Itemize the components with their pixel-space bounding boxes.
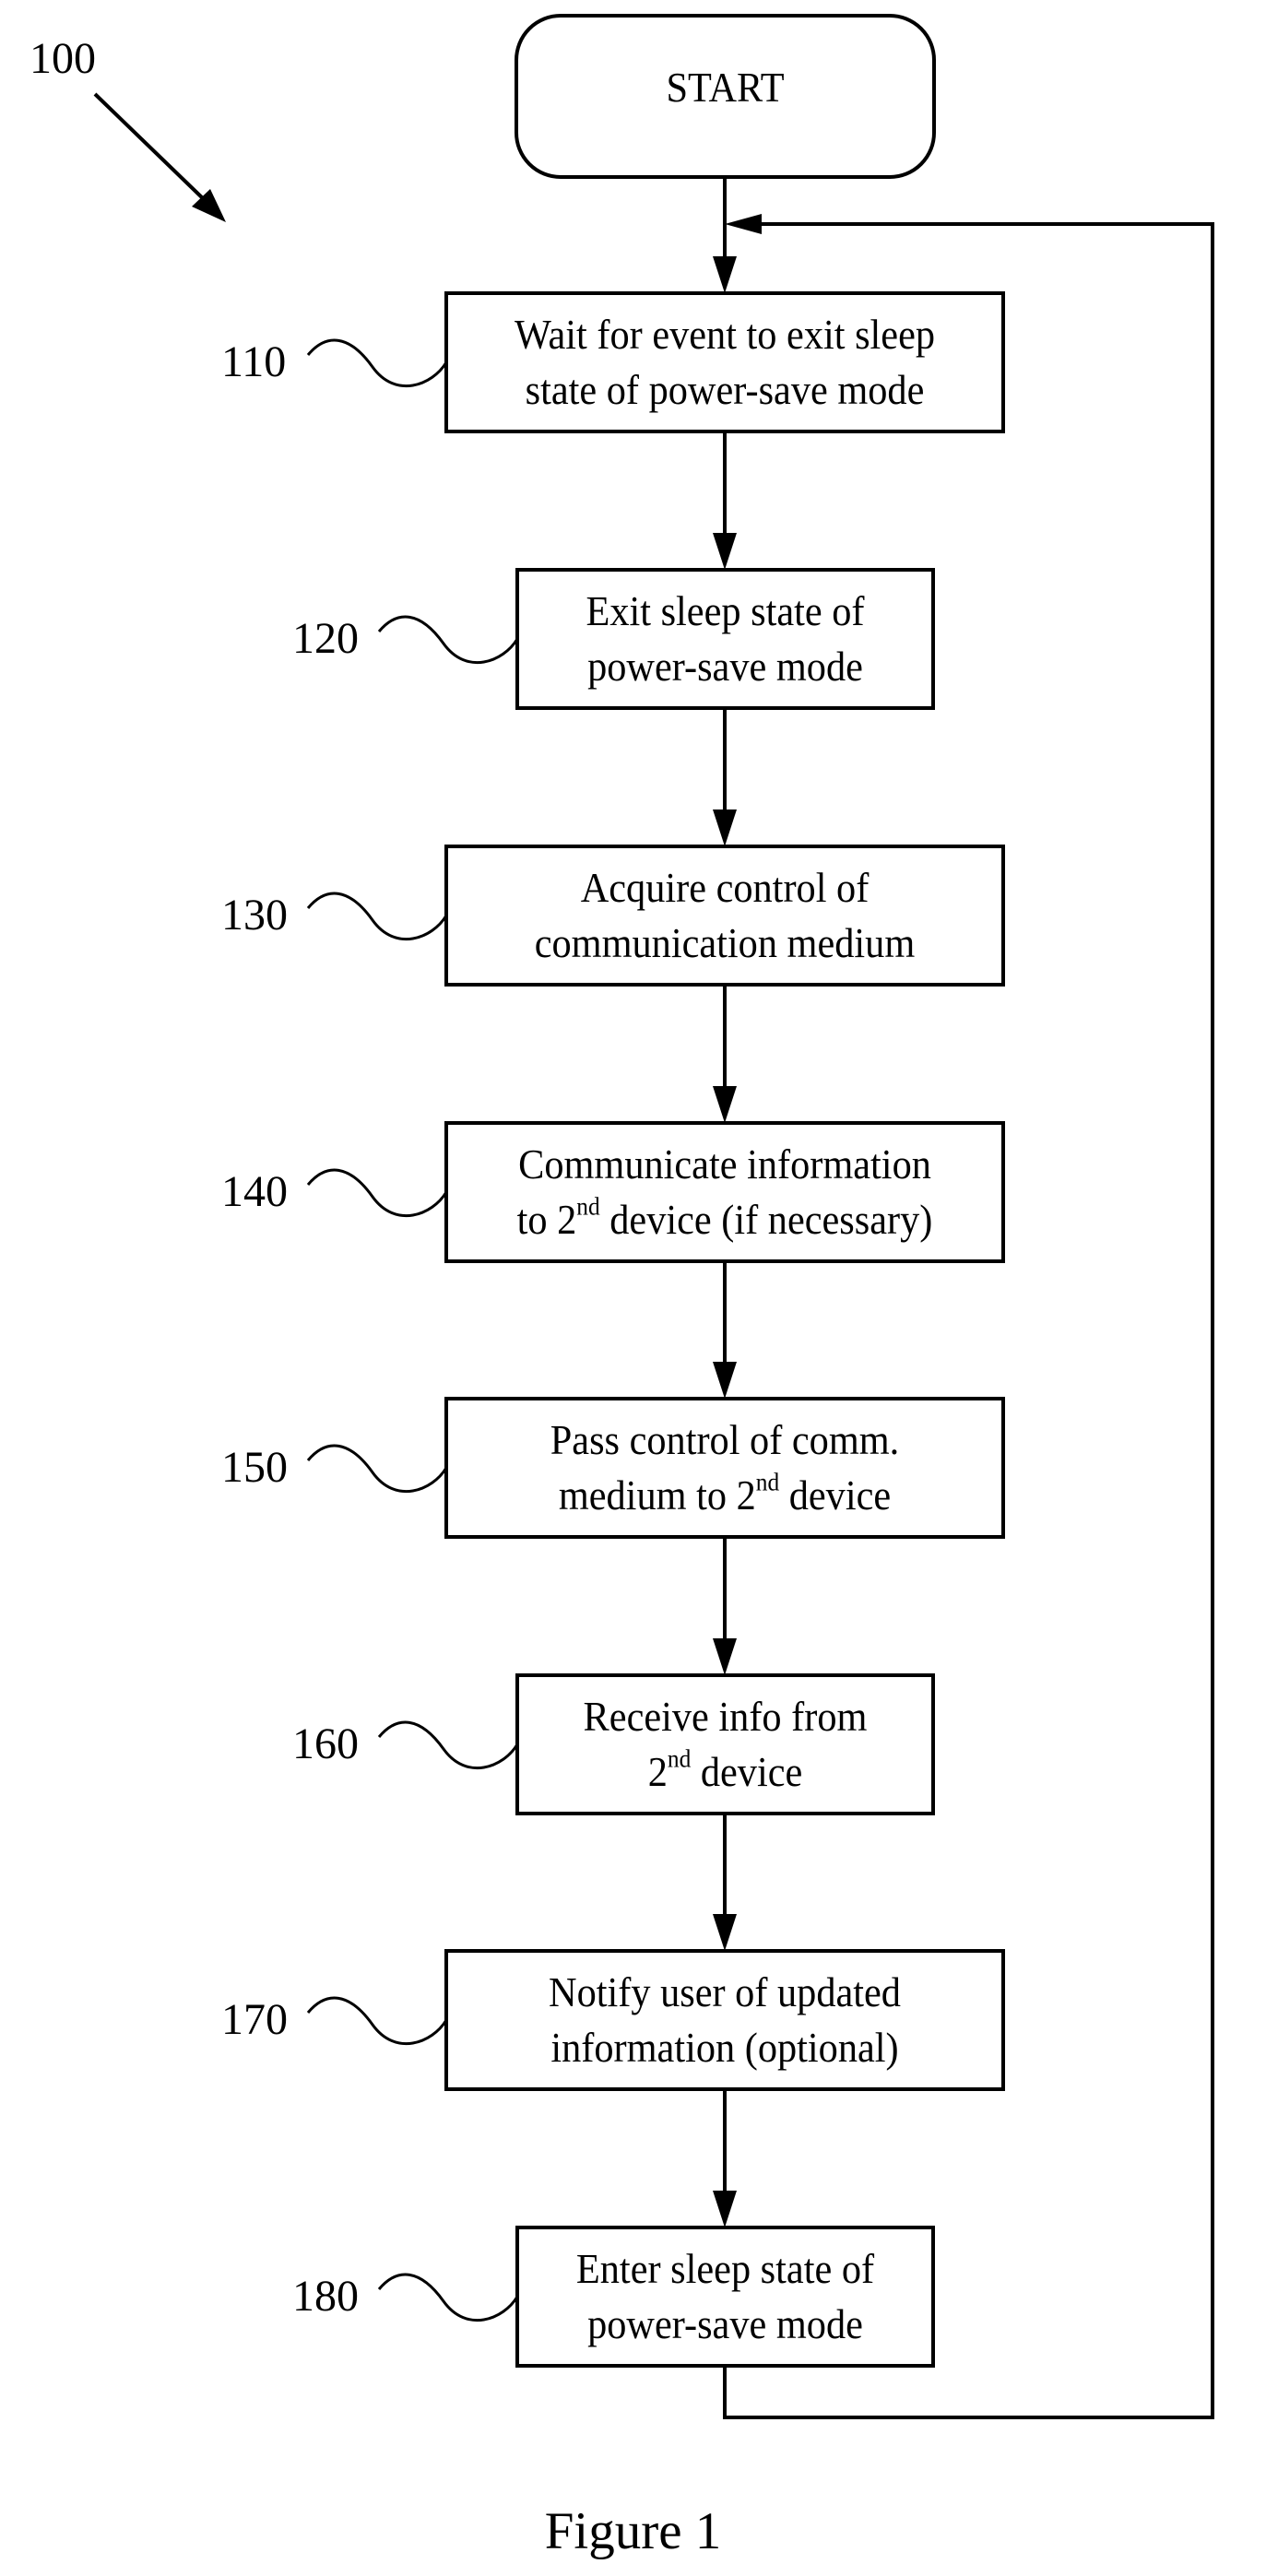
leader-squiggle-150 (306, 1444, 448, 1493)
figure-reference-number: 100 (30, 34, 96, 83)
leader-squiggle-170 (306, 1996, 448, 2045)
arrow-start-to-110-head (713, 256, 737, 293)
step-text-line: power-save mode (587, 643, 863, 690)
leader-squiggle-160 (377, 1720, 519, 1769)
step-text-170: Notify user of updated information (optio… (468, 1951, 981, 2089)
step-text-120: Exit sleep state of power-save mode (534, 570, 917, 708)
step-text-line: information (optional) (550, 2024, 899, 2071)
arrow-130-to-140-head (713, 1086, 737, 1123)
step-ref-label-150: 150 (221, 1443, 288, 1492)
start-terminal-label: START (533, 16, 917, 159)
arrow-150-to-160-head (713, 1638, 737, 1675)
arrow-110-to-120-head (713, 533, 737, 570)
step-text-line: Exit sleep state of (586, 587, 865, 634)
step-text-line: to 2nd device (if necessary) (516, 1191, 933, 1243)
arrow-140-to-150-head (713, 1362, 737, 1399)
loop-back-arrowhead (725, 214, 762, 234)
figure-caption: Figure 1 (544, 2502, 722, 2560)
step-ref-label-130: 130 (221, 891, 288, 939)
leader-squiggle-140 (306, 1168, 448, 1217)
step-text-line: Receive info from (583, 1693, 868, 1740)
figure-ref-arrow-line (93, 92, 209, 205)
step-text-line: Wait for event to exit sleep (514, 311, 936, 358)
step-ref-label-160: 160 (292, 1719, 359, 1768)
step-text-line: Acquire control of (580, 864, 870, 911)
step-text-line: state of power-save mode (525, 366, 925, 413)
step-text-130: Acquire control of communication medium (468, 846, 981, 985)
step-text-line: Enter sleep state of (575, 2245, 875, 2292)
arrow-170-to-180-head (713, 2191, 737, 2227)
step-text-line: 2nd device (647, 1743, 803, 1795)
step-ref-label-140: 140 (221, 1167, 288, 1216)
leader-squiggle-180 (377, 2273, 519, 2322)
step-text-line: Notify user of updated (549, 1968, 901, 2015)
step-ref-label-180: 180 (292, 2272, 359, 2321)
leader-squiggle-110 (306, 338, 448, 387)
step-ref-label-170: 170 (221, 1995, 288, 2044)
start-label: START (666, 63, 785, 111)
step-text-line: communication medium (534, 919, 916, 966)
step-text-180: Enter sleep state of power-save mode (534, 2227, 917, 2366)
step-text-line: Pass control of comm. (550, 1416, 900, 1463)
step-text-line: power-save mode (587, 2300, 863, 2347)
step-text-160: Receive info from 2nd device (534, 1675, 917, 1814)
leader-squiggle-120 (377, 615, 519, 664)
arrow-160-to-170-head (713, 1914, 737, 1951)
step-ref-label-120: 120 (292, 614, 359, 663)
step-text-110: Wait for event to exit sleep state of pow… (468, 293, 981, 431)
step-text-150: Pass control of comm. medium to 2nd devic… (468, 1399, 981, 1537)
step-ref-label-110: 110 (221, 337, 287, 386)
step-text-line: medium to 2nd device (558, 1467, 892, 1518)
step-text-line: Communicate information (518, 1140, 931, 1188)
leader-squiggle-130 (306, 892, 448, 940)
arrow-120-to-130-head (713, 809, 737, 846)
step-text-140: Communicate information to 2nd device (if… (468, 1123, 981, 1261)
